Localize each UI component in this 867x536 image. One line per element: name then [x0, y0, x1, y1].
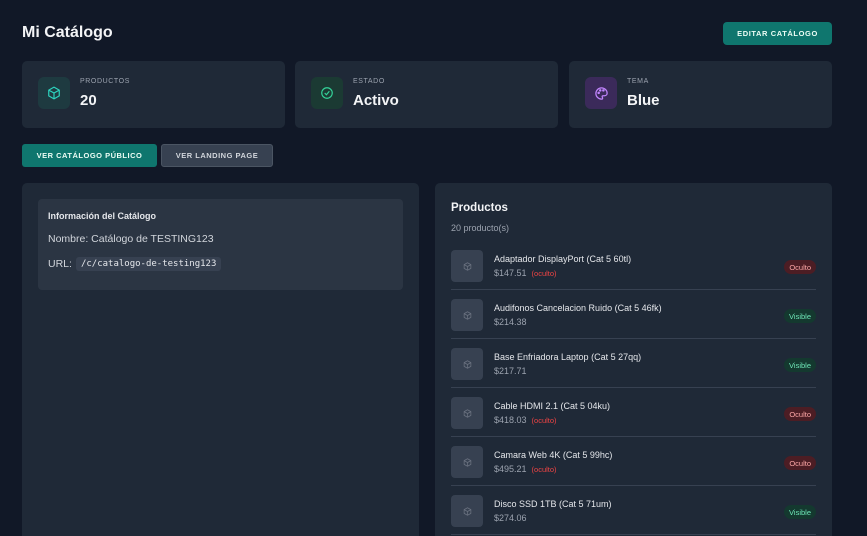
product-placeholder-icon [451, 446, 483, 478]
product-row[interactable]: Camara Web 4K (Cat 5 99hc) $495.21 (oculto… [451, 437, 816, 486]
stat-card-theme: TEMA Blue [569, 61, 832, 128]
stat-card-status: ESTADO Activo [295, 61, 558, 128]
products-panel: Productos 20 producto(s) Adaptador Displ… [435, 183, 832, 536]
product-price-line: $147.51 (oculto) [494, 268, 557, 278]
product-placeholder-icon [451, 495, 483, 527]
product-price: $217.71 [494, 366, 527, 376]
product-name: Camara Web 4K (Cat 5 99hc) [494, 450, 613, 460]
stat-label: ESTADO [353, 78, 385, 85]
product-placeholder-icon [451, 299, 483, 331]
edit-catalog-button[interactable]: EDITAR CATÁLOGO [723, 22, 832, 45]
product-price: $214.38 [494, 317, 527, 327]
catalog-info-panel: Información del Catálogo Nombre: Catálog… [22, 183, 419, 536]
stat-value: Activo [353, 92, 399, 109]
product-price-line: $214.38 [494, 317, 527, 327]
hidden-note: (oculto) [531, 465, 557, 474]
stat-card-products: PRODUCTOS 20 [22, 61, 285, 128]
catalog-name: Nombre: Catálogo de TESTING123 [48, 233, 214, 245]
url-code[interactable]: /c/catalogo-de-testing123 [75, 257, 222, 271]
product-price-line: $495.21 (oculto) [494, 464, 557, 474]
check-circle-icon [311, 77, 343, 109]
products-title: Productos [451, 202, 508, 214]
product-name: Base Enfriadora Laptop (Cat 5 27qq) [494, 352, 642, 362]
page-title: Mi Catálogo [22, 24, 113, 41]
stat-label: TEMA [627, 78, 649, 85]
product-name: Disco SSD 1TB (Cat 5 71um) [494, 499, 612, 509]
url-label: URL: [48, 258, 72, 270]
hidden-note: (oculto) [531, 269, 557, 278]
view-public-catalog-button[interactable]: VER CATÁLOGO PÚBLICO [22, 144, 157, 167]
stat-label: PRODUCTOS [80, 78, 130, 85]
product-name: Cable HDMI 2.1 (Cat 5 04ku) [494, 401, 611, 411]
products-count: 20 producto(s) [451, 223, 510, 233]
status-badge: Visible [784, 505, 816, 519]
product-row[interactable]: Cable HDMI 2.1 (Cat 5 04ku) $418.03 (ocult… [451, 388, 816, 437]
status-badge: Oculto [784, 456, 816, 470]
product-row[interactable]: Adaptador DisplayPort (Cat 5 60tl) $147.5… [451, 241, 816, 290]
stat-value: Blue [627, 92, 660, 109]
status-badge: Visible [784, 309, 816, 323]
product-price: $147.51 [494, 268, 527, 278]
product-price-line: $418.03 (oculto) [494, 415, 557, 425]
product-placeholder-icon [451, 348, 483, 380]
cube-icon [38, 77, 70, 109]
product-name: Audifonos Cancelacion Ruido (Cat 5 46fk) [494, 303, 662, 313]
product-row[interactable]: Audifonos Cancelacion Ruido (Cat 5 46fk)… [451, 290, 816, 339]
palette-icon [585, 77, 617, 109]
product-list: Adaptador DisplayPort (Cat 5 60tl) $147.5… [451, 241, 816, 535]
catalog-info-box: Información del Catálogo Nombre: Catálog… [38, 199, 403, 290]
product-price: $495.21 [494, 464, 527, 474]
status-badge: Oculto [784, 260, 816, 274]
view-landing-page-button[interactable]: VER LANDING PAGE [161, 144, 273, 167]
product-price-line: $274.06 [494, 513, 527, 523]
product-price: $418.03 [494, 415, 527, 425]
product-name: Adaptador DisplayPort (Cat 5 60tl) [494, 254, 632, 264]
info-title: Información del Catálogo [48, 211, 157, 221]
product-row[interactable]: Disco SSD 1TB (Cat 5 71um) $274.06 Visible [451, 486, 816, 535]
product-price: $274.06 [494, 513, 527, 523]
product-placeholder-icon [451, 397, 483, 429]
stat-value: 20 [80, 92, 97, 109]
catalog-url: URL: /c/catalogo-de-testing123 [48, 257, 222, 271]
status-badge: Oculto [784, 407, 816, 421]
product-price-line: $217.71 [494, 366, 527, 376]
product-placeholder-icon [451, 250, 483, 282]
hidden-note: (oculto) [531, 416, 557, 425]
status-badge: Visible [784, 358, 816, 372]
product-row[interactable]: Base Enfriadora Laptop (Cat 5 27qq) $217.… [451, 339, 816, 388]
